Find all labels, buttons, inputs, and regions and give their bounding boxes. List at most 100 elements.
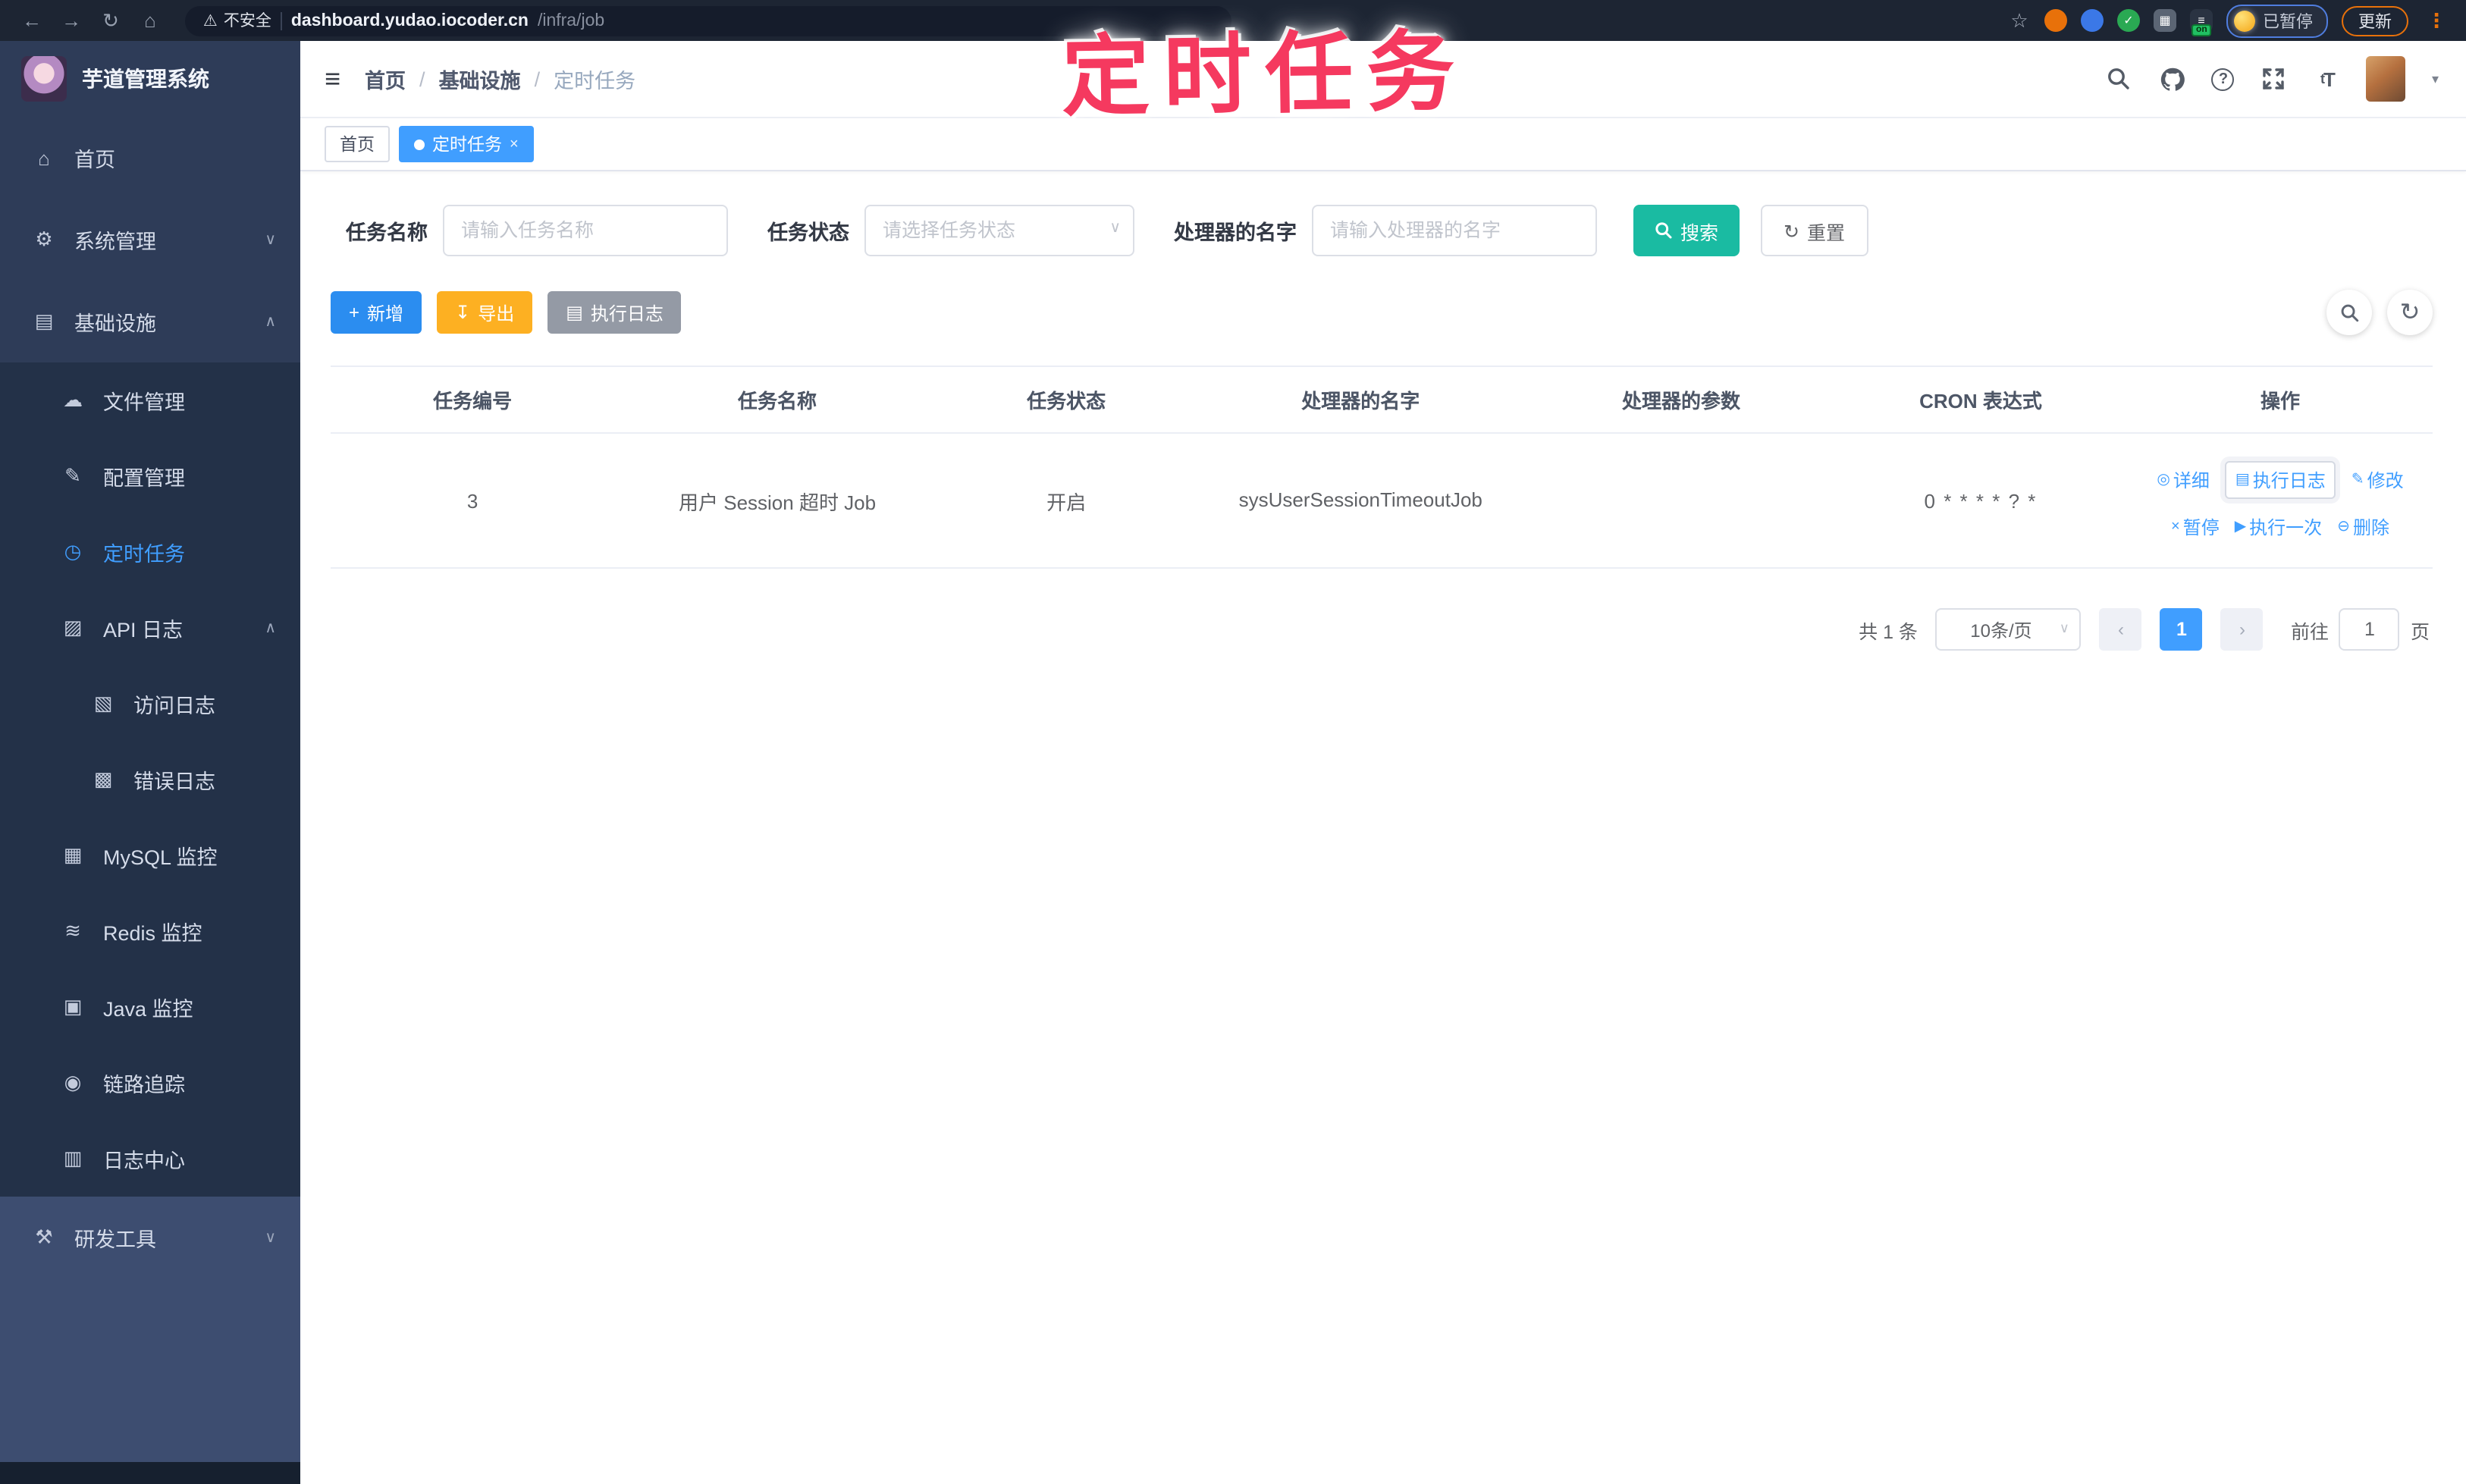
breadcrumb-separator: / — [534, 67, 541, 90]
delete-link[interactable]: ⊖ 删除 — [2337, 514, 2389, 540]
redis-icon: ≋ — [64, 919, 81, 942]
reset-button[interactable]: ↻ 重置 — [1761, 205, 1868, 256]
job-name-input[interactable] — [443, 205, 728, 256]
chevron-down-icon: ∨ — [265, 231, 276, 248]
reload-icon[interactable]: ↻ — [94, 0, 127, 41]
breadcrumb-separator: / — [419, 67, 425, 90]
sidebar-item-dev-tools[interactable]: ⚒ 研发工具 ∨ — [0, 1197, 300, 1278]
extension-grid-icon[interactable]: ▦ — [2154, 9, 2176, 32]
col-job-name: 任务名称 — [614, 366, 940, 434]
job-name-label: 任务名称 — [346, 221, 428, 244]
log-center-icon: ▥ — [63, 1147, 83, 1169]
close-tab-icon[interactable]: × — [510, 136, 519, 152]
home-nav-icon[interactable]: ⌂ — [133, 0, 167, 41]
pause-link[interactable]: × 暂停 — [2171, 514, 2220, 540]
active-dot — [414, 139, 425, 149]
tab-scheduled-jobs[interactable]: 定时任务 × — [399, 126, 534, 162]
bookmark-star-icon[interactable]: ☆ — [2008, 8, 2031, 32]
api-log-icon: ▨ — [63, 616, 83, 638]
plus-icon: + — [349, 302, 360, 323]
breadcrumb-home[interactable]: 首页 — [365, 64, 406, 94]
caret-down-icon[interactable]: ▾ — [2432, 71, 2439, 87]
execution-log-button[interactable]: ▤ 执行日志 — [547, 291, 682, 334]
download-icon: ↧ — [455, 302, 471, 323]
logo-row[interactable]: 芋道管理系统 — [0, 41, 300, 117]
profile-paused-chip[interactable]: 已暂停 — [2226, 4, 2328, 37]
sidebar-item-label: 访问日志 — [133, 695, 215, 717]
forward-icon[interactable]: → — [55, 0, 88, 41]
col-cron: CRON 表达式 — [1833, 366, 2128, 434]
prev-page-button[interactable]: ‹ — [2099, 608, 2142, 651]
col-handler-param: 处理器的参数 — [1529, 366, 1834, 434]
sidebar-item-api-log[interactable]: ▨ API 日志 ∧ — [0, 590, 300, 666]
extension-on-badge: on — [2191, 24, 2212, 36]
sidebar-item-log-center[interactable]: ▥ 日志中心 — [0, 1121, 300, 1197]
extension-check-icon[interactable]: ✓ — [2117, 9, 2140, 32]
handler-name-input[interactable] — [1312, 205, 1597, 256]
edit-link[interactable]: ✎ 修改 — [2351, 467, 2404, 493]
gear-icon: ⚙ — [35, 227, 53, 250]
extension-orange-icon[interactable] — [2044, 9, 2067, 32]
divider — [280, 11, 282, 30]
sidebar-item-label: 基础设施 — [74, 312, 156, 335]
run-once-link[interactable]: ▶ 执行一次 — [2235, 514, 2322, 540]
breadcrumb-infra[interactable]: 基础设施 — [439, 64, 521, 94]
page-1-button[interactable]: 1 — [2160, 608, 2203, 651]
goto-page-input[interactable] — [2339, 608, 2400, 651]
page-unit-label: 页 — [2410, 621, 2430, 642]
sidebar-item-system[interactable]: ⚙ 系统管理 ∨ — [0, 199, 300, 281]
github-icon[interactable] — [2159, 65, 2186, 93]
security-indicator[interactable]: ⚠ 不安全 — [203, 9, 271, 32]
sidebar-item-home[interactable]: ⌂ 首页 — [0, 117, 300, 199]
fullscreen-icon[interactable] — [2260, 65, 2288, 93]
extension-list-icon[interactable]: ≡ on — [2190, 9, 2213, 36]
search-icon[interactable] — [2106, 65, 2133, 93]
browser-actions: ☆ ✓ ▦ ≡ on 已暂停 更新 ⋮ — [2008, 4, 2451, 37]
job-log-link[interactable]: ▤ 执行日志 — [2224, 461, 2336, 499]
cell-handler-param — [1529, 433, 1834, 569]
sidebar-item-label: MySQL 监控 — [103, 846, 218, 869]
job-status-select[interactable]: ∨ — [864, 205, 1134, 256]
search-button[interactable]: 搜索 — [1633, 205, 1740, 256]
job-status-input[interactable] — [864, 205, 1134, 256]
extension-blue-icon[interactable] — [2081, 9, 2104, 32]
cell-cron: 0 * * * * ? * — [1833, 433, 2128, 569]
user-avatar[interactable] — [2366, 56, 2406, 102]
export-button[interactable]: ↧ 导出 — [437, 291, 533, 334]
breadcrumb-current: 定时任务 — [554, 70, 636, 93]
next-page-button[interactable]: › — [2220, 608, 2264, 651]
paused-label: 已暂停 — [2263, 13, 2313, 31]
col-handler-name: 处理器的名字 — [1192, 366, 1529, 434]
tab-home[interactable]: 首页 — [325, 126, 390, 162]
back-icon[interactable]: ← — [15, 0, 49, 41]
sidebar-item-file-manage[interactable]: ☁ 文件管理 — [0, 362, 300, 438]
toggle-search-button[interactable] — [2326, 290, 2372, 335]
help-icon[interactable]: ? — [2211, 67, 2235, 90]
sidebar-item-error-log[interactable]: ▩ 错误日志 — [0, 742, 300, 817]
menu-dots-icon[interactable]: ⋮ — [2422, 8, 2451, 33]
font-size-icon[interactable]: tT — [2314, 65, 2341, 93]
add-button[interactable]: + 新增 — [331, 291, 422, 334]
page-size-select[interactable]: 10条/页 ∨ — [1935, 608, 2082, 651]
sidebar-bottom-section: ⚒ 研发工具 ∨ — [0, 1197, 300, 1461]
sidebar-item-label: 文件管理 — [103, 391, 185, 414]
chrome-update-button[interactable]: 更新 — [2342, 5, 2408, 36]
sidebar-submenu-infra: ☁ 文件管理 ✎ 配置管理 ◷ 定时任务 ▨ API 日志 ∧ ▧ 访问日志 ▩… — [0, 362, 300, 1197]
sidebar-item-java-monitor[interactable]: ▣ Java 监控 — [0, 969, 300, 1045]
sidebar-item-scheduled-jobs[interactable]: ◷ 定时任务 — [0, 514, 300, 590]
warning-icon: ⚠ — [203, 11, 218, 30]
col-job-id: 任务编号 — [331, 366, 615, 434]
sidebar-item-redis-monitor[interactable]: ≋ Redis 监控 — [0, 893, 300, 969]
table-row: 3 用户 Session 超时 Job 开启 sysUserSessionTim… — [331, 433, 2433, 569]
detail-link[interactable]: ◎ 详细 — [2157, 467, 2210, 493]
sidebar-item-trace[interactable]: ◉ 链路追踪 — [0, 1045, 300, 1121]
sidebar-item-mysql-monitor[interactable]: ▦ MySQL 监控 — [0, 817, 300, 893]
sidebar-item-access-log[interactable]: ▧ 访问日志 — [0, 666, 300, 742]
sidebar-item-config-manage[interactable]: ✎ 配置管理 — [0, 438, 300, 514]
url-path: /infra/job — [537, 11, 605, 30]
refresh-table-button[interactable]: ↻ — [2387, 290, 2433, 335]
collapse-sidebar-icon[interactable]: ≡ — [325, 63, 340, 95]
sidebar-item-infra[interactable]: ▤ 基础设施 ∧ — [0, 281, 300, 362]
address-bar[interactable]: ⚠ 不安全 dashboard.yudao.iocoder.cn /infra/… — [185, 5, 1231, 36]
eye-icon: ◎ — [2157, 472, 2170, 488]
